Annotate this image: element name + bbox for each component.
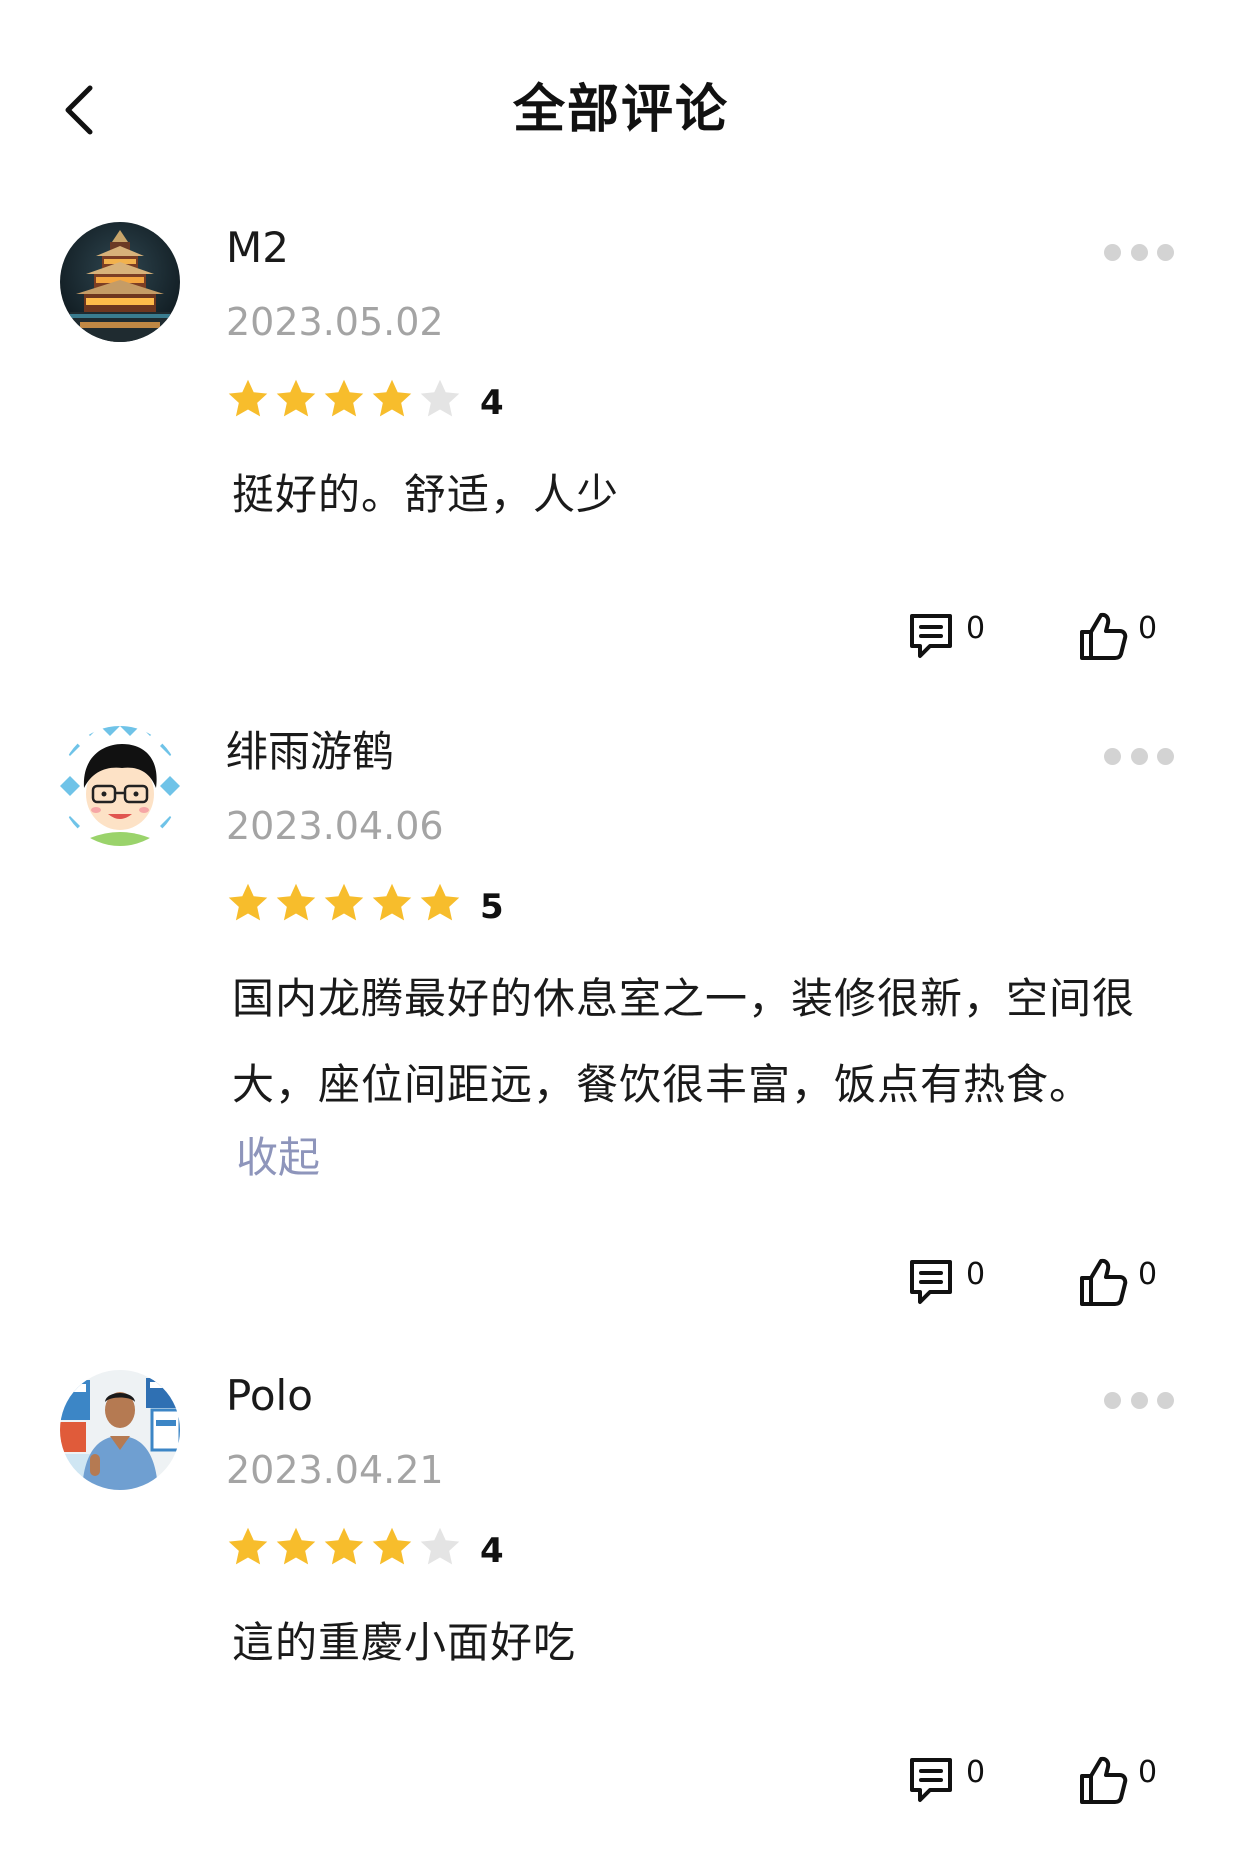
more-options-button[interactable] <box>1104 744 1174 768</box>
user-avatar[interactable] <box>60 222 180 342</box>
review-actions: 0 0 <box>0 1256 1242 1316</box>
star-filled-icon <box>276 883 316 921</box>
review-date: 2023.04.06 <box>226 804 444 848</box>
star-filled-icon <box>372 379 412 417</box>
stars-container <box>226 881 466 925</box>
more-options-button[interactable] <box>1104 240 1174 264</box>
review-text: 這的重慶小面好吃 <box>232 1600 1162 1686</box>
username[interactable]: Polo <box>226 1370 313 1422</box>
pagoda-avatar-image <box>60 222 180 342</box>
more-dot-icon <box>1104 747 1121 765</box>
star-filled-icon <box>228 883 268 921</box>
comment-count: 0 <box>966 1755 986 1790</box>
thumbs-up-icon <box>1080 1258 1128 1306</box>
comment-count: 0 <box>966 1257 986 1292</box>
star-empty-icon <box>420 379 460 417</box>
review-text: 挺好的。舒适，人少 <box>232 452 1162 538</box>
star-rating: 4 <box>226 1520 504 1574</box>
man-photo-avatar-image <box>60 1370 180 1490</box>
review-text-line: 挺好的。舒适，人少 <box>232 470 620 519</box>
comment-icon <box>910 614 952 658</box>
star-filled-icon <box>324 379 364 417</box>
like-button[interactable]: 0 <box>1078 1256 1157 1316</box>
star-filled-icon <box>276 379 316 417</box>
more-dot-icon <box>1130 243 1148 261</box>
review-actions: 0 0 <box>0 1754 1242 1814</box>
review-text-line: 大，座位间距远，餐饮很丰富，饭点有热食。 <box>232 1060 1093 1109</box>
star-filled-icon <box>276 1527 316 1565</box>
comment-icon <box>910 1758 952 1802</box>
more-dot-icon <box>1130 1391 1148 1409</box>
more-dot-icon <box>1157 747 1174 765</box>
rating-value: 4 <box>480 383 504 423</box>
star-filled-icon <box>324 1527 364 1565</box>
more-dot-icon <box>1157 243 1174 261</box>
comment-count: 0 <box>966 611 986 646</box>
page-title: 全部评论 <box>512 80 729 140</box>
comment-button[interactable]: 0 <box>906 1256 985 1316</box>
thumbs-up-icon <box>1080 1756 1128 1804</box>
like-button[interactable]: 0 <box>1078 610 1157 670</box>
more-dot-icon <box>1130 747 1148 765</box>
stars-container <box>226 377 466 421</box>
username[interactable]: M2 <box>226 222 289 274</box>
rating-value: 5 <box>480 887 504 927</box>
like-count: 0 <box>1138 1257 1158 1292</box>
thumbs-up-icon <box>1080 612 1128 660</box>
like-count: 0 <box>1138 1755 1158 1790</box>
top-bar: 全部评论 <box>0 0 1242 220</box>
review-date: 2023.04.21 <box>226 1448 444 1492</box>
username[interactable]: 绯雨游鹤 <box>226 726 394 778</box>
review-date: 2023.05.02 <box>226 300 444 344</box>
rating-value: 4 <box>480 1531 504 1571</box>
star-filled-icon <box>372 883 412 921</box>
user-avatar[interactable] <box>60 726 180 846</box>
comment-button[interactable]: 0 <box>906 1754 985 1814</box>
more-dot-icon <box>1104 243 1121 261</box>
more-dot-icon <box>1104 1391 1121 1409</box>
star-filled-icon <box>228 379 268 417</box>
collapse-link[interactable]: 收起 <box>236 1128 320 1188</box>
star-filled-icon <box>372 1527 412 1565</box>
star-filled-icon <box>324 883 364 921</box>
comment-button[interactable]: 0 <box>906 610 985 670</box>
like-button[interactable]: 0 <box>1078 1754 1157 1814</box>
comment-icon <box>910 1260 952 1304</box>
star-rating: 4 <box>226 372 504 426</box>
star-filled-icon <box>228 1527 268 1565</box>
star-rating: 5 <box>226 876 504 930</box>
more-dot-icon <box>1157 1391 1174 1409</box>
star-empty-icon <box>420 1527 460 1565</box>
user-avatar[interactable] <box>60 1370 180 1490</box>
review-actions: 0 0 <box>0 610 1242 670</box>
review-text-line: 国内龙腾最好的休息室之一，装修很新，空间很 <box>232 974 1136 1023</box>
like-count: 0 <box>1138 611 1158 646</box>
stars-container <box>226 1525 466 1569</box>
more-options-button[interactable] <box>1104 1388 1174 1412</box>
review-text: 国内龙腾最好的休息室之一，装修很新，空间很 大，座位间距远，餐饮很丰富，饭点有热… <box>232 956 1162 1128</box>
review-text-line: 這的重慶小面好吃 <box>232 1618 577 1667</box>
star-filled-icon <box>420 883 460 921</box>
cartoon-boy-avatar-image <box>60 726 180 846</box>
